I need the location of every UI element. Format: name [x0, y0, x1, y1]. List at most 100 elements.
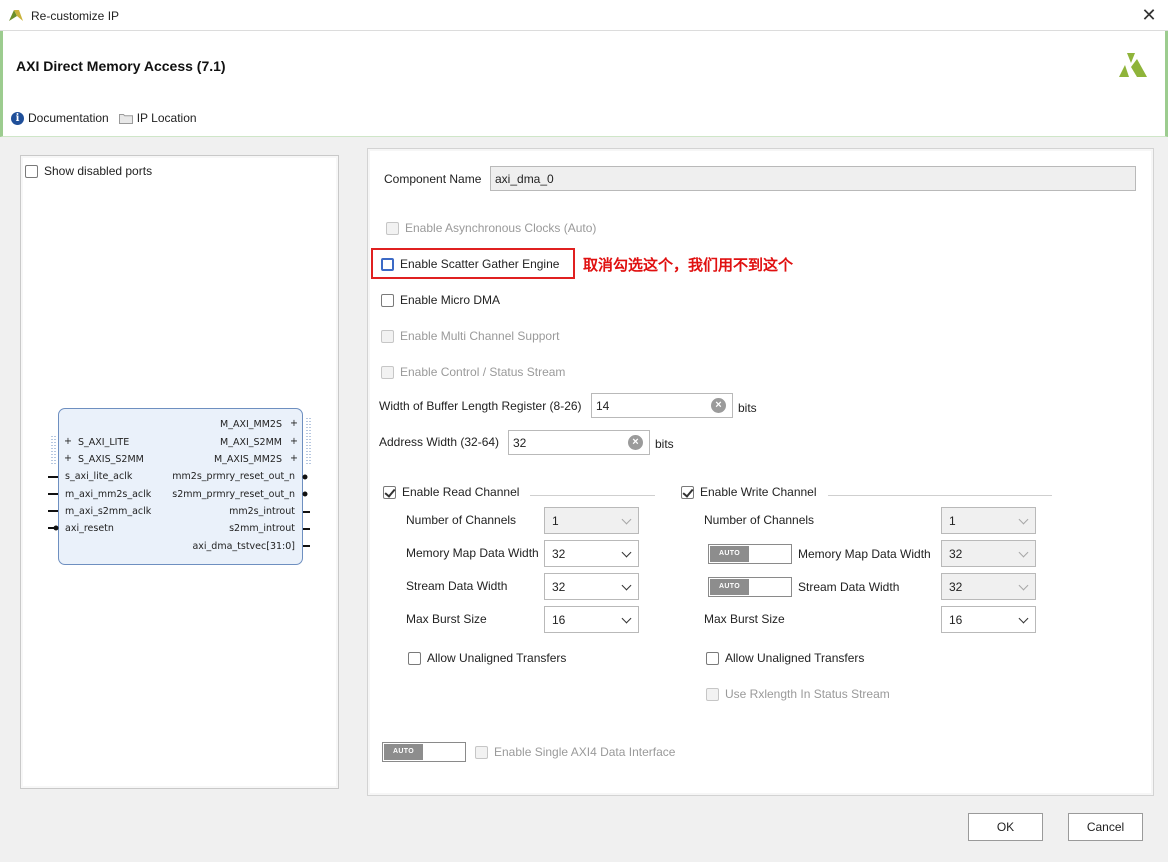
control-status-label: Enable Control / Status Stream: [400, 365, 566, 379]
read-unaligned-option[interactable]: Allow Unaligned Transfers: [408, 651, 566, 665]
write-mm-width-auto-toggle[interactable]: AUTO: [708, 544, 792, 564]
close-icon[interactable]: ✕: [1140, 6, 1158, 24]
chevron-down-icon: [621, 547, 632, 558]
ok-button[interactable]: OK: [968, 813, 1043, 841]
read-unaligned-checkbox[interactable]: [408, 651, 421, 665]
ip-location-button[interactable]: IP Location: [118, 111, 197, 125]
buffer-length-value: 14: [596, 399, 610, 413]
control-status-checkbox: [381, 365, 394, 379]
read-mm-width-value: 32: [552, 547, 566, 561]
show-disabled-ports-option[interactable]: Show disabled ports: [25, 164, 152, 178]
micro-dma-option[interactable]: Enable Micro DMA: [381, 293, 500, 307]
address-width-label: Address Width (32-64): [379, 435, 500, 449]
xilinx-logo-icon: [1119, 53, 1147, 77]
component-name-label: Component Name: [384, 172, 482, 186]
micro-dma-label: Enable Micro DMA: [400, 293, 501, 307]
write-stream-width-value: 32: [949, 580, 963, 594]
rxlength-option: Use Rxlength In Status Stream: [706, 687, 890, 701]
write-burst-value: 16: [949, 613, 963, 627]
read-num-channels-value: 1: [552, 514, 559, 528]
micro-dma-checkbox[interactable]: [381, 293, 394, 307]
read-stream-width-label: Stream Data Width: [406, 579, 508, 593]
single-axi4-label: Enable Single AXI4 Data Interface: [494, 745, 676, 759]
clear-icon[interactable]: ×: [711, 398, 726, 413]
write-stream-width-select: 32: [941, 573, 1036, 600]
scatter-gather-checkbox[interactable]: [381, 257, 394, 271]
write-num-channels-label: Number of Channels: [704, 513, 815, 527]
block-pins: [48, 418, 311, 547]
write-channel-checkbox[interactable]: [681, 485, 694, 499]
chevron-down-icon: [621, 613, 632, 624]
ip-name: AXI Direct Memory Access (7.1): [16, 58, 226, 74]
buffer-length-units: bits: [738, 401, 757, 415]
write-unaligned-option[interactable]: Allow Unaligned Transfers: [706, 651, 864, 665]
vivado-logo-icon: [9, 10, 23, 21]
write-mm-width-value: 32: [949, 547, 963, 561]
chevron-down-icon: [1018, 514, 1029, 525]
write-burst-select[interactable]: 16: [941, 606, 1036, 633]
read-num-channels-label: Number of Channels: [406, 513, 517, 527]
write-group-divider: [828, 495, 1052, 496]
cancel-button[interactable]: Cancel: [1068, 813, 1143, 841]
chevron-down-icon: [1018, 613, 1029, 624]
buffer-length-label: Width of Buffer Length Register (8-26): [379, 399, 582, 413]
title-bar: Re-customize IP ✕: [0, 0, 1168, 31]
annotation-text: 取消勾选这个，我们用不到这个: [583, 256, 794, 274]
rxlength-label: Use Rxlength In Status Stream: [725, 687, 890, 701]
read-num-channels-select: 1: [544, 507, 639, 534]
write-num-channels-value: 1: [949, 514, 956, 528]
address-width-value: 32: [513, 436, 527, 450]
component-name-input[interactable]: axi_dma_0: [490, 166, 1136, 191]
write-channel-label: Enable Write Channel: [700, 485, 817, 499]
single-axi4-option: Enable Single AXI4 Data Interface: [475, 745, 675, 759]
multi-channel-option: Enable Multi Channel Support: [381, 329, 559, 343]
write-mm-width-select: 32: [941, 540, 1036, 567]
read-group-divider: [530, 495, 655, 496]
async-clocks-checkbox: [386, 221, 399, 235]
read-mm-width-select[interactable]: 32: [544, 540, 639, 567]
single-axi4-auto-toggle[interactable]: AUTO: [382, 742, 466, 762]
address-width-units: bits: [655, 437, 674, 451]
async-clocks-label: Enable Asynchronous Clocks (Auto): [405, 221, 597, 235]
read-channel-option[interactable]: Enable Read Channel: [383, 485, 519, 499]
write-channel-option[interactable]: Enable Write Channel: [681, 485, 817, 499]
chevron-down-icon: [621, 514, 632, 525]
write-burst-label: Max Burst Size: [704, 612, 785, 626]
chevron-down-icon: [1018, 580, 1029, 591]
auto-knob: AUTO: [384, 744, 423, 760]
read-burst-select[interactable]: 16: [544, 606, 639, 633]
read-channel-checkbox[interactable]: [383, 485, 396, 499]
write-num-channels-select: 1: [941, 507, 1036, 534]
documentation-label: Documentation: [28, 111, 109, 125]
address-width-input[interactable]: 32 ×: [508, 430, 650, 455]
rxlength-checkbox: [706, 687, 719, 701]
read-burst-label: Max Burst Size: [406, 612, 487, 626]
read-channel-label: Enable Read Channel: [402, 485, 520, 499]
scatter-gather-label: Enable Scatter Gather Engine: [400, 257, 560, 271]
read-stream-width-select[interactable]: 32: [544, 573, 639, 600]
control-status-option: Enable Control / Status Stream: [381, 365, 565, 379]
ip-location-label: IP Location: [136, 111, 197, 125]
show-disabled-ports-checkbox[interactable]: [25, 164, 38, 178]
clear-icon[interactable]: ×: [628, 435, 643, 450]
read-stream-width-value: 32: [552, 580, 566, 594]
write-unaligned-label: Allow Unaligned Transfers: [725, 651, 865, 665]
auto-knob: AUTO: [710, 579, 749, 595]
header-toolbar: i Documentation IP Location: [11, 109, 197, 127]
multi-channel-checkbox: [381, 329, 394, 343]
single-axi4-checkbox: [475, 745, 488, 759]
read-burst-value: 16: [552, 613, 566, 627]
async-clocks-option: Enable Asynchronous Clocks (Auto): [386, 221, 596, 235]
write-stream-width-auto-toggle[interactable]: AUTO: [708, 577, 792, 597]
read-mm-width-label: Memory Map Data Width: [406, 546, 539, 560]
info-icon: i: [11, 111, 24, 125]
window-title: Re-customize IP: [31, 9, 120, 23]
buffer-length-input[interactable]: 14 ×: [591, 393, 733, 418]
show-disabled-ports-label: Show disabled ports: [44, 164, 153, 178]
write-mm-width-label: Memory Map Data Width: [798, 547, 931, 561]
scatter-gather-option[interactable]: Enable Scatter Gather Engine: [381, 257, 559, 271]
write-unaligned-checkbox[interactable]: [706, 651, 719, 665]
folder-icon: [118, 113, 133, 124]
write-stream-width-label: Stream Data Width: [798, 580, 900, 594]
documentation-button[interactable]: i Documentation: [11, 111, 109, 125]
